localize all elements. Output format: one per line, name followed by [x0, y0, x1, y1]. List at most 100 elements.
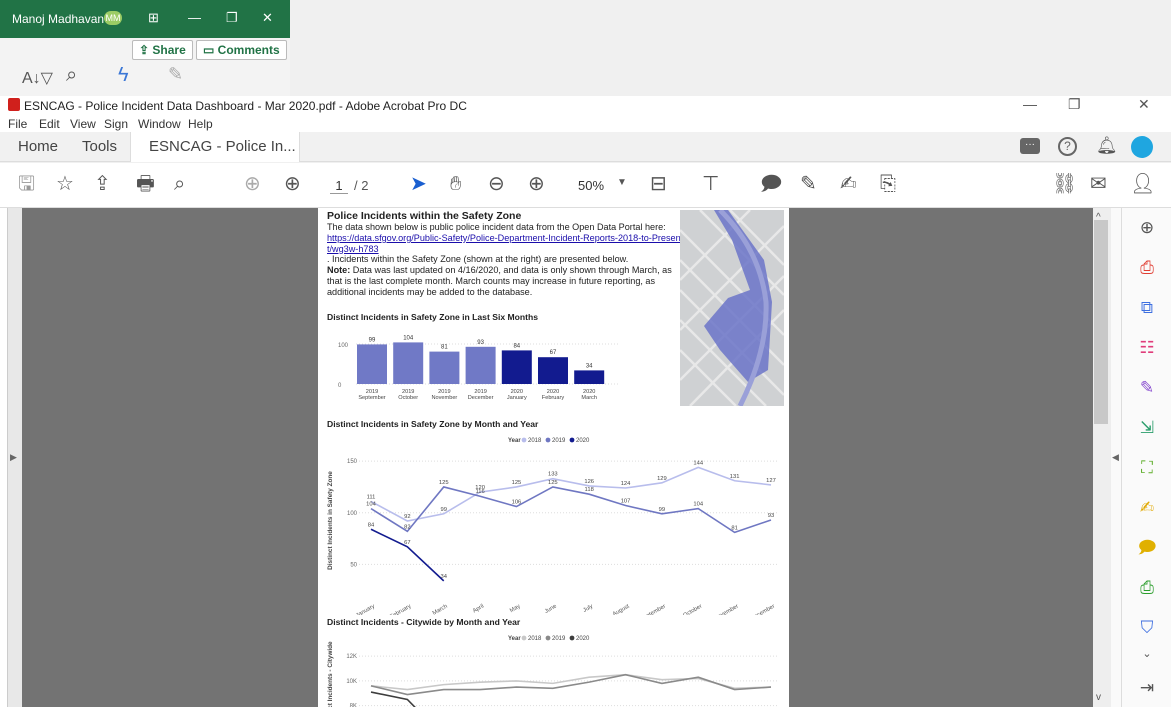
- right-panel-toggle[interactable]: ◀: [1111, 208, 1121, 707]
- fit-page-icon[interactable]: ⊟: [650, 172, 667, 196]
- highlight-pen-icon[interactable]: ✎: [800, 172, 817, 196]
- data-label: 82: [404, 524, 410, 530]
- help-icon[interactable]: ?: [1058, 137, 1077, 156]
- hand-tool-icon[interactable]: ✋︎: [450, 172, 461, 196]
- data-label: 144: [693, 460, 703, 466]
- edit-pdf-icon[interactable]: ✎: [1135, 376, 1159, 400]
- window-title: ESNCAG - Police Incident Data Dashboard …: [24, 99, 467, 113]
- data-label: 104: [693, 502, 703, 508]
- combine-files-icon[interactable]: ⧉: [1135, 296, 1159, 320]
- data-label: 133: [548, 472, 558, 478]
- tab-document[interactable]: ESNCAG - Police In... ✕: [130, 132, 300, 184]
- link-share-icon[interactable]: ⛓︎: [1052, 172, 1077, 196]
- restore-icon[interactable]: ❐: [226, 10, 238, 26]
- intro-paragraph-end: . Incidents within the Safety Zone (show…: [327, 254, 629, 265]
- zoom-in-icon[interactable]: ⊕: [528, 172, 545, 196]
- collapse-panel-icon[interactable]: ⇥: [1135, 676, 1159, 700]
- bar-value-label: 84: [513, 343, 520, 349]
- share-button[interactable]: ⇪ Share: [132, 40, 193, 60]
- zoom-level-select[interactable]: 50%: [578, 178, 604, 193]
- ribbon-display-icon[interactable]: ⊞: [148, 10, 159, 26]
- zoom-search-icon[interactable]: ⌕: [174, 172, 185, 196]
- bookmark-star-icon[interactable]: ☆: [56, 172, 74, 196]
- account-avatar[interactable]: [1131, 136, 1153, 158]
- next-page-icon[interactable]: ⊕: [284, 172, 301, 196]
- menu-view[interactable]: View: [70, 117, 96, 131]
- y-tick-label: 100: [338, 343, 349, 349]
- menu-edit[interactable]: Edit: [39, 117, 60, 131]
- zoom-search-icon[interactable]: ⊕: [1135, 216, 1159, 240]
- x-tick-label: April: [472, 604, 485, 615]
- add-user-icon[interactable]: 👤︎: [1130, 172, 1155, 196]
- protect-icon[interactable]: ⛉: [1135, 616, 1159, 640]
- restore-icon[interactable]: ❐: [1068, 96, 1081, 113]
- chevron-down-icon[interactable]: ▼: [617, 177, 627, 188]
- data-portal-link[interactable]: https://data.sfgov.org/Public-Safety/Pol…: [327, 233, 681, 255]
- menu-file[interactable]: File: [8, 117, 27, 131]
- comment-panel-icon[interactable]: 🗩︎: [1135, 536, 1159, 560]
- sort-filter-icon[interactable]: A↓▽: [22, 68, 53, 88]
- comments-button[interactable]: ▭ Comments: [196, 40, 287, 60]
- menu-window[interactable]: Window: [138, 117, 181, 131]
- create-pdf-icon[interactable]: ⎙: [1135, 256, 1159, 280]
- tools-panel: ⊕ ⎙ ⧉ ☷ ✎ ⇲ ⛶ ✍︎ 🗩︎ ⎙ ⛉ ⌄ ⇥: [1121, 208, 1171, 707]
- x-tick-month: September: [358, 395, 385, 401]
- sign-icon[interactable]: ✍︎: [840, 172, 857, 196]
- x-tick-label: May: [509, 603, 522, 614]
- upload-icon[interactable]: ⇪: [94, 172, 111, 196]
- sensitivity-icon[interactable]: ✎: [168, 64, 183, 85]
- scroll-mode-icon[interactable]: ⊤: [702, 172, 719, 196]
- comment-note-icon[interactable]: 🗩︎: [760, 172, 782, 196]
- avatar[interactable]: MM: [104, 11, 122, 25]
- minimize-icon[interactable]: —: [1023, 96, 1037, 112]
- previous-page-icon[interactable]: ⊕: [244, 172, 261, 196]
- close-icon[interactable]: ✕: [1138, 96, 1150, 113]
- more-tools-chevron-icon[interactable]: ⌄: [1135, 642, 1159, 666]
- tab-home[interactable]: Home: [18, 132, 58, 162]
- fill-sign-panel-icon[interactable]: ✍︎: [1135, 496, 1159, 520]
- minimize-icon[interactable]: —: [188, 10, 201, 25]
- email-icon[interactable]: ✉︎: [1090, 172, 1107, 196]
- comment-icon[interactable]: ···: [1020, 138, 1040, 154]
- legend-label: 2020: [576, 438, 590, 444]
- ideas-icon[interactable]: ϟ: [118, 64, 129, 87]
- scan-ocr-icon[interactable]: ⎙: [1135, 576, 1159, 600]
- menu-help[interactable]: Help: [188, 117, 213, 131]
- legend-label: 2020: [576, 636, 590, 642]
- compress-icon[interactable]: ⛶: [1135, 456, 1159, 480]
- scroll-thumb[interactable]: [1094, 220, 1108, 424]
- organize-pages-icon[interactable]: ☷: [1135, 336, 1159, 360]
- tab-tools[interactable]: Tools: [82, 132, 117, 162]
- data-label: 118: [585, 487, 594, 493]
- zoom-out-icon[interactable]: ⊖: [488, 172, 505, 196]
- page-number-input[interactable]: 1: [330, 178, 348, 194]
- x-tick-label: June: [544, 604, 558, 615]
- vertical-scrollbar[interactable]: ^ v: [1093, 208, 1111, 707]
- scroll-down-icon[interactable]: v: [1096, 692, 1101, 703]
- x-tick-month: November: [431, 395, 457, 401]
- bar: [501, 350, 532, 384]
- y-tick-label: 10K: [346, 679, 357, 685]
- export-pdf-icon[interactable]: ⇲: [1135, 416, 1159, 440]
- legend-marker: [545, 635, 551, 641]
- navigation-pane-toggle[interactable]: ▶: [8, 208, 22, 707]
- x-tick-label: March: [432, 604, 449, 615]
- acrobat-titlebar: ESNCAG - Police Incident Data Dashboard …: [0, 96, 1171, 116]
- expand-arrow-icon[interactable]: ▶: [10, 452, 17, 463]
- note-label: Note:: [327, 265, 351, 276]
- menu-sign[interactable]: Sign: [104, 117, 128, 131]
- select-arrow-icon[interactable]: ➤: [410, 172, 427, 196]
- section-title-safety-zone-monthly: Distinct Incidents in Safety Zone by Mon…: [327, 419, 539, 429]
- print-icon[interactable]: 🖶︎: [136, 172, 155, 196]
- notification-bell-icon[interactable]: 🔔︎: [1096, 136, 1118, 156]
- save-icon[interactable]: 🖫︎: [18, 172, 35, 196]
- data-label: 111: [367, 494, 376, 500]
- data-label: 84: [368, 522, 375, 528]
- fill-sign-icon[interactable]: ⎘: [880, 172, 896, 196]
- share-label: Share: [152, 43, 186, 57]
- collapse-arrow-icon[interactable]: ◀: [1112, 452, 1119, 463]
- menu-bar: File Edit View Sign Window Help: [0, 116, 1171, 132]
- search-icon[interactable]: ⌕: [66, 64, 77, 87]
- data-label: 81: [731, 525, 737, 531]
- close-icon[interactable]: ✕: [262, 10, 273, 26]
